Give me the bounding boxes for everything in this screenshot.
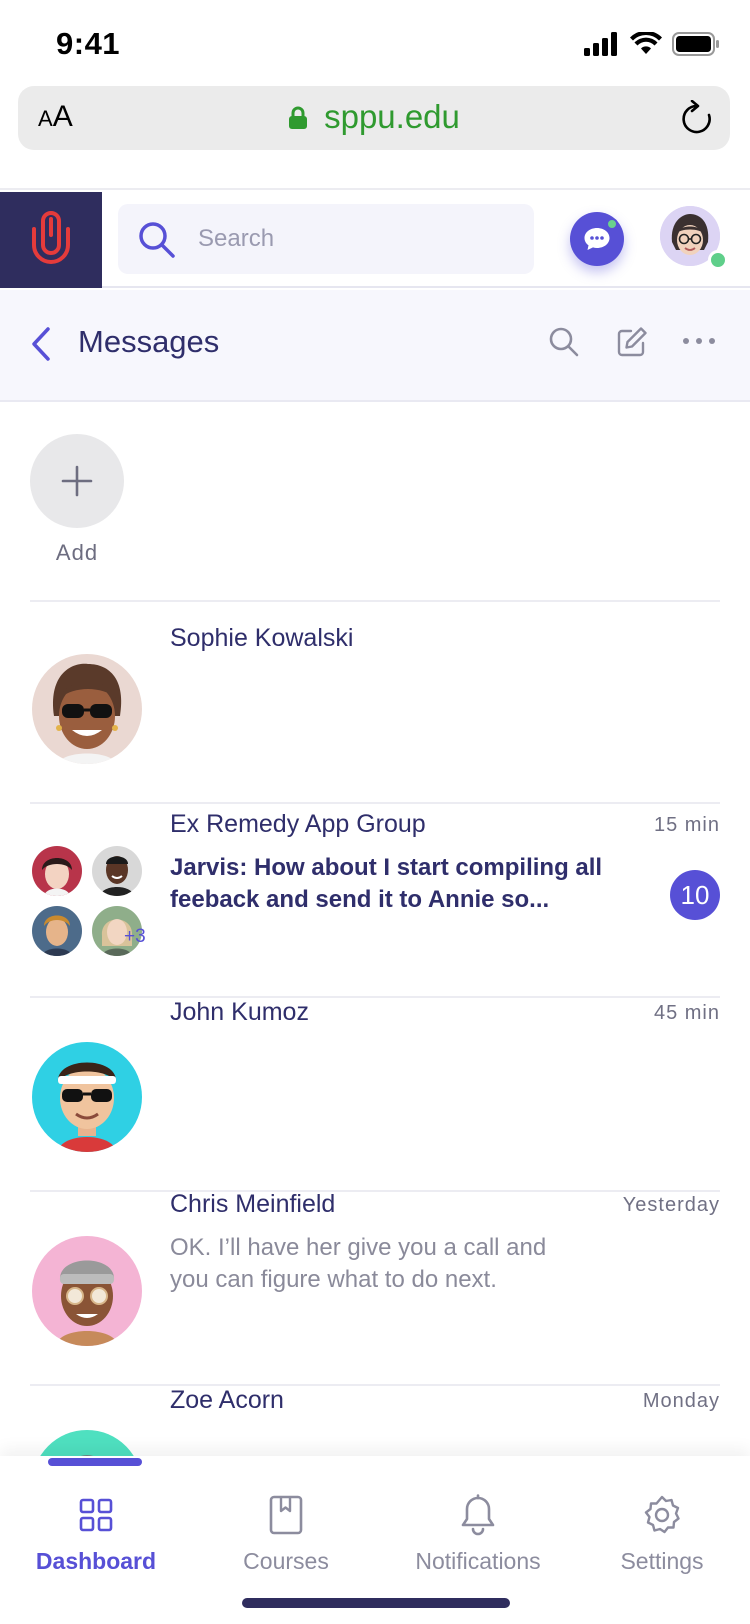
active-tab-indicator bbox=[48, 1458, 142, 1466]
message-time: 15 min bbox=[653, 814, 720, 836]
search-messages-icon[interactable] bbox=[548, 326, 580, 358]
conversation-row[interactable]: Chris Meinfield Yesterday OK. I’ll have … bbox=[0, 1190, 750, 1384]
contact-name: Sophie Kowalski bbox=[170, 624, 354, 652]
add-conversation[interactable]: Add bbox=[30, 434, 124, 566]
avatar bbox=[32, 1042, 142, 1152]
avatar-image bbox=[32, 1430, 142, 1456]
add-label: Add bbox=[55, 540, 99, 565]
url-field[interactable]: sppu.edu bbox=[18, 98, 730, 136]
tab-label: Notifications bbox=[415, 1548, 541, 1574]
message-preview: OK. I’ll have her give you a call and yo… bbox=[170, 1234, 547, 1293]
conversation-row[interactable]: John Kumoz 45 min bbox=[0, 998, 750, 1190]
tab-courses[interactable]: Courses bbox=[196, 1492, 376, 1575]
chat-unread-dot bbox=[606, 218, 618, 230]
chat-button[interactable] bbox=[570, 212, 624, 266]
app-logo[interactable] bbox=[0, 192, 102, 288]
status-time: 9:41 bbox=[56, 26, 121, 61]
tab-dashboard[interactable]: Dashboard bbox=[6, 1492, 186, 1575]
message-time: 45 min bbox=[653, 1002, 720, 1024]
back-chevron-icon[interactable] bbox=[30, 326, 52, 362]
avatar-image bbox=[32, 1042, 142, 1152]
bottom-tab-bar: Dashboard Courses Notifications Settings bbox=[0, 1456, 750, 1624]
message-time: Yesterday bbox=[622, 1194, 720, 1216]
tab-label: Courses bbox=[243, 1548, 329, 1574]
wifi-icon bbox=[630, 32, 662, 54]
online-status-dot bbox=[708, 250, 728, 270]
message-time: Monday bbox=[642, 1390, 720, 1412]
group-member-avatar bbox=[92, 846, 142, 896]
tab-notifications[interactable]: Notifications bbox=[388, 1492, 568, 1575]
status-icons bbox=[584, 32, 720, 56]
more-options-icon[interactable] bbox=[682, 336, 716, 346]
extra-members-count: +3 bbox=[124, 926, 146, 947]
search-icon bbox=[139, 222, 175, 258]
messages-toolbar: Messages bbox=[0, 290, 750, 402]
tab-settings[interactable]: Settings bbox=[572, 1492, 750, 1575]
reload-icon[interactable] bbox=[680, 100, 714, 136]
search-input[interactable] bbox=[198, 204, 518, 274]
avatar-image bbox=[32, 1236, 142, 1346]
conversation-row-group[interactable]: +3 Ex Remedy App Group 15 min Jarvis: Ho… bbox=[0, 804, 750, 996]
conversation-row[interactable]: Zoe Acorn Monday bbox=[0, 1386, 750, 1456]
user-avatar[interactable] bbox=[660, 206, 728, 270]
browser-toolbar: AA sppu.edu bbox=[0, 86, 750, 190]
app-header bbox=[0, 192, 750, 288]
group-member-avatar bbox=[32, 846, 82, 896]
tab-label: Settings bbox=[620, 1548, 704, 1574]
unread-badge: 10 bbox=[670, 870, 720, 920]
avatar-image bbox=[32, 654, 142, 764]
group-member-avatar bbox=[32, 906, 82, 956]
conversation-row[interactable]: Sophie Kowalski bbox=[0, 602, 750, 802]
avatar bbox=[32, 654, 142, 764]
search-bar[interactable] bbox=[118, 204, 534, 274]
dashboard-icon bbox=[79, 1498, 113, 1532]
status-bar: 9:41 bbox=[0, 0, 750, 88]
contact-name: Chris Meinfield bbox=[170, 1190, 336, 1218]
address-bar[interactable]: AA sppu.edu bbox=[18, 86, 730, 150]
home-indicator[interactable] bbox=[242, 1598, 510, 1608]
gear-icon bbox=[644, 1495, 680, 1534]
page-title: Messages bbox=[78, 324, 220, 359]
group-name: Ex Remedy App Group bbox=[170, 810, 426, 838]
message-preview: Jarvis: How about I start compiling all … bbox=[170, 854, 603, 913]
add-button[interactable] bbox=[30, 434, 124, 528]
book-icon bbox=[269, 1495, 303, 1535]
battery-icon bbox=[672, 32, 719, 56]
bell-icon bbox=[461, 1494, 495, 1536]
avatar bbox=[32, 1430, 142, 1456]
cellular-signal-icon bbox=[584, 32, 617, 56]
lock-icon bbox=[289, 106, 308, 129]
compose-icon[interactable] bbox=[616, 326, 648, 358]
tab-label: Dashboard bbox=[35, 1548, 157, 1574]
chat-bubble-icon bbox=[584, 228, 610, 250]
avatar bbox=[32, 1236, 142, 1346]
plus-icon bbox=[61, 465, 93, 497]
contact-name: Zoe Acorn bbox=[170, 1386, 284, 1414]
logo-icon bbox=[32, 211, 70, 264]
url-text: sppu.edu bbox=[324, 98, 460, 135]
contact-name: John Kumoz bbox=[170, 998, 309, 1026]
